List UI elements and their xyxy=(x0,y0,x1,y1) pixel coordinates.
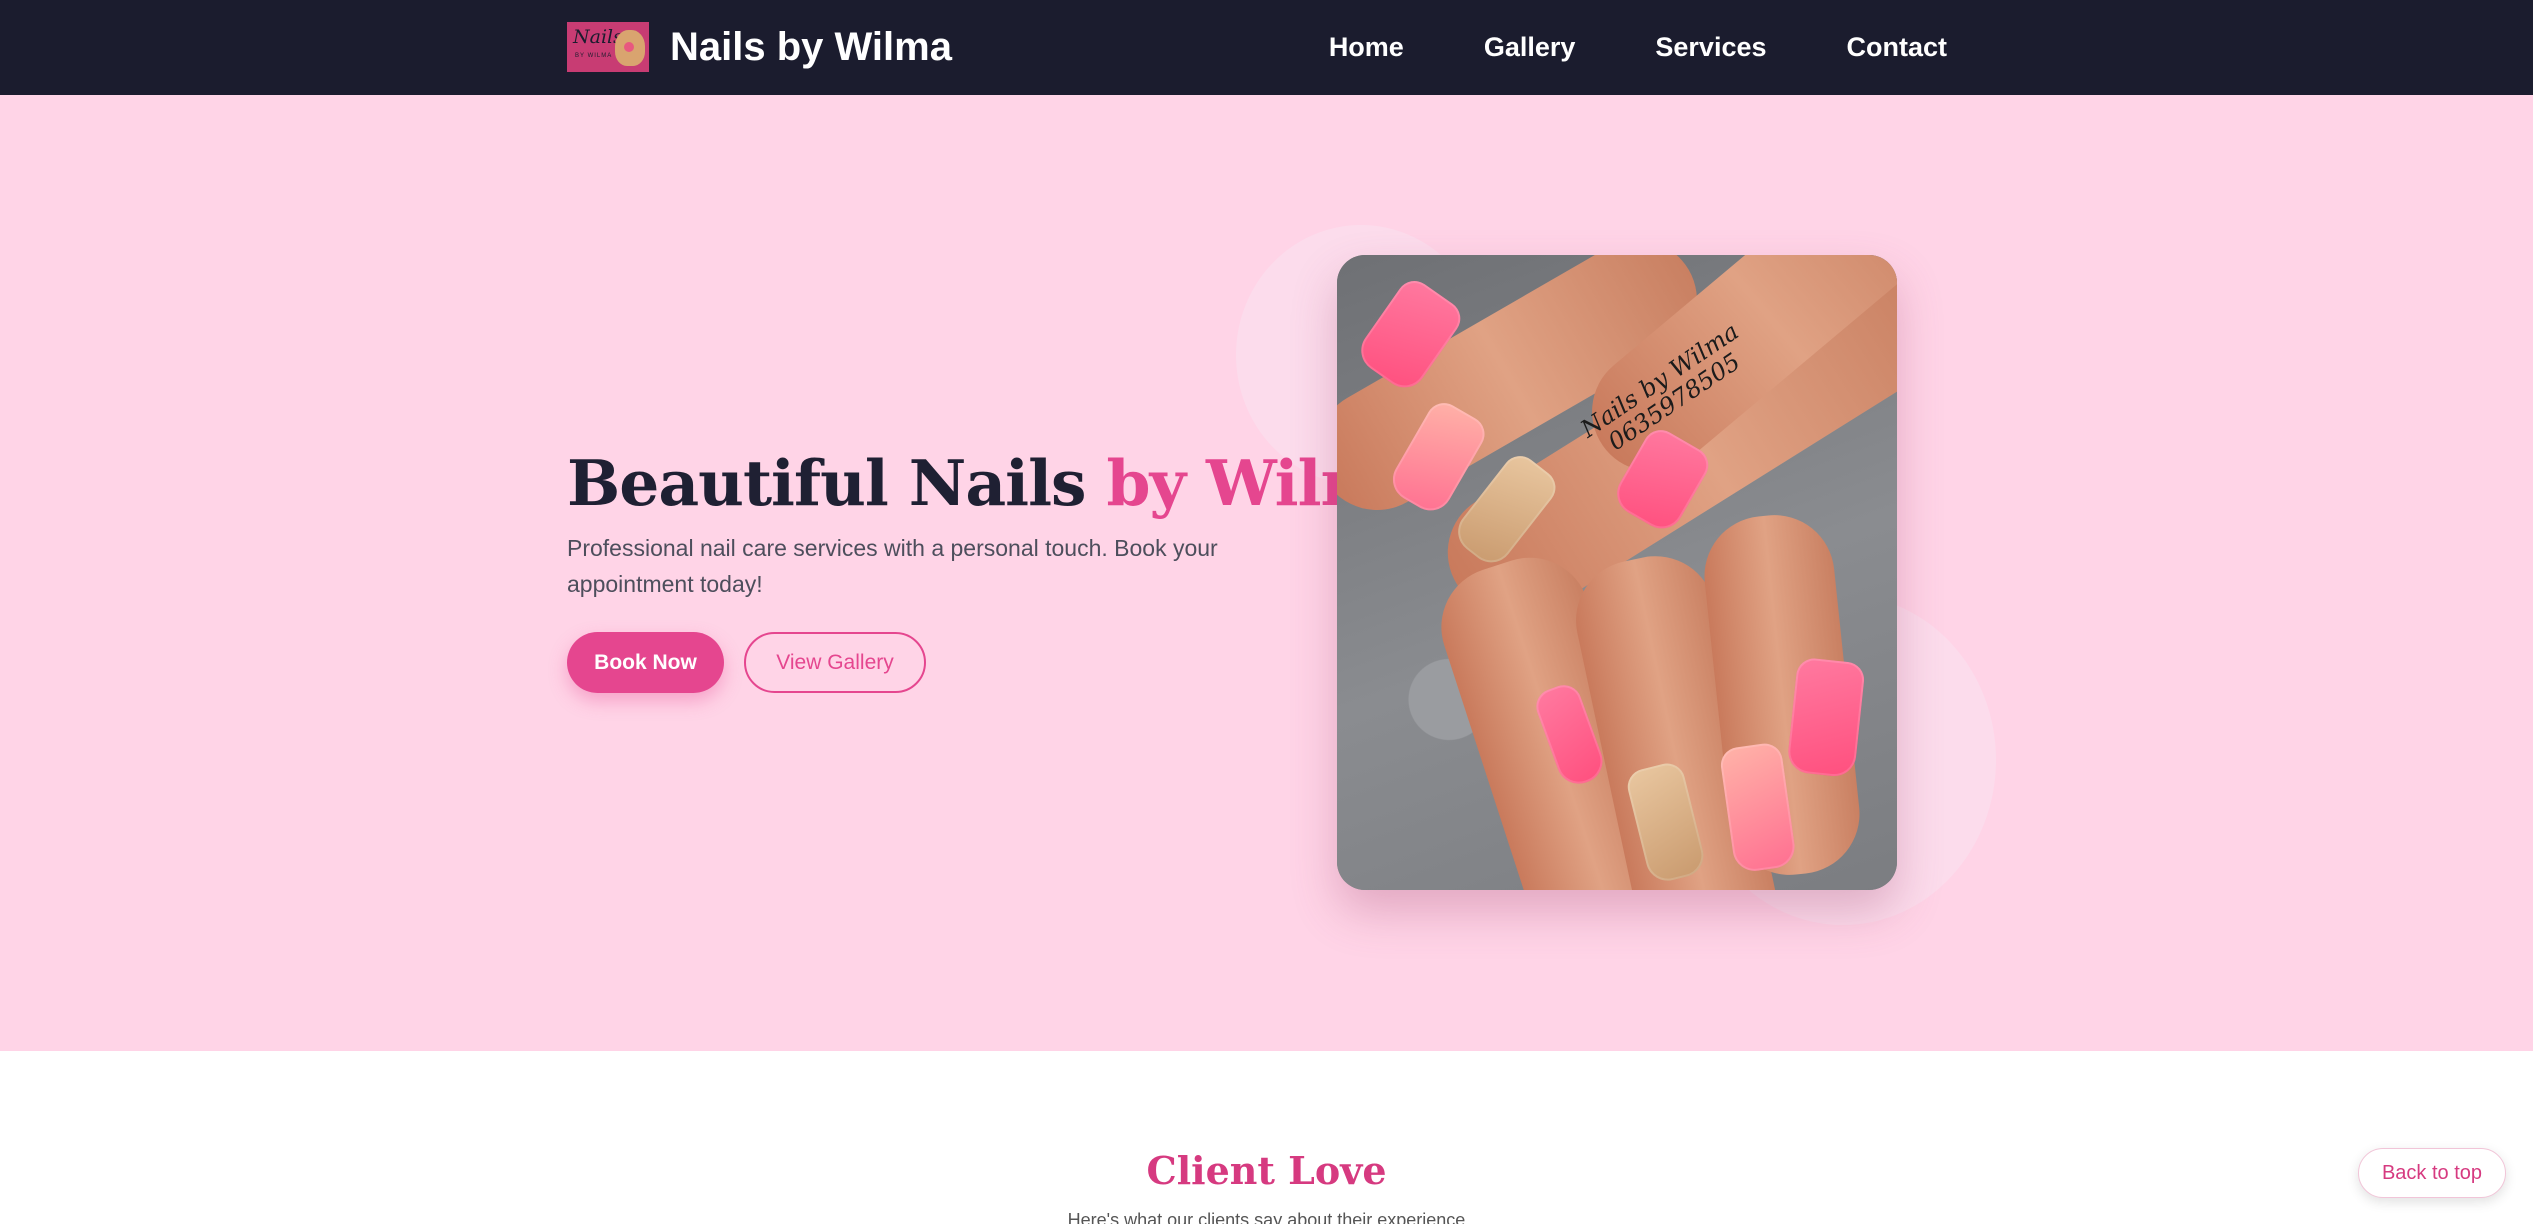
brand-link[interactable]: Nails BY WILMA Nails by Wilma xyxy=(567,22,952,72)
hero-title: Beautiful Nails by Wilma xyxy=(567,446,1427,520)
hero-title-main: Beautiful Nails xyxy=(567,446,1107,520)
nav-link-gallery[interactable]: Gallery xyxy=(1484,32,1576,63)
brand-name: Nails by Wilma xyxy=(670,24,952,69)
brand-logo: Nails BY WILMA xyxy=(567,22,649,72)
view-gallery-button[interactable]: View Gallery xyxy=(744,632,926,693)
photo-nail xyxy=(1786,656,1866,779)
hero-section: Beautiful Nails by Wilma Professional na… xyxy=(0,95,2533,1051)
logo-sub-text: BY WILMA xyxy=(575,53,613,59)
client-love-subtitle: Here's what our clients say about their … xyxy=(1067,1210,1466,1224)
navbar: Nails BY WILMA Nails by Wilma Home Galle… xyxy=(0,0,2533,95)
main-nav: Home Gallery Services Contact xyxy=(1249,0,1947,95)
client-love-title: Client Love xyxy=(1146,1148,1387,1193)
nav-link-contact[interactable]: Contact xyxy=(1847,32,1948,63)
hand-icon xyxy=(615,30,645,66)
nav-link-services[interactable]: Services xyxy=(1655,32,1766,63)
book-now-button[interactable]: Book Now xyxy=(567,632,724,693)
nav-link-home[interactable]: Home xyxy=(1329,32,1404,63)
back-to-top-button[interactable]: Back to top xyxy=(2358,1148,2506,1198)
hero-nails-photo: Nails by Wilma 0635978505 xyxy=(1337,255,1897,890)
hero-subtitle: Professional nail care services with a p… xyxy=(567,535,1218,597)
